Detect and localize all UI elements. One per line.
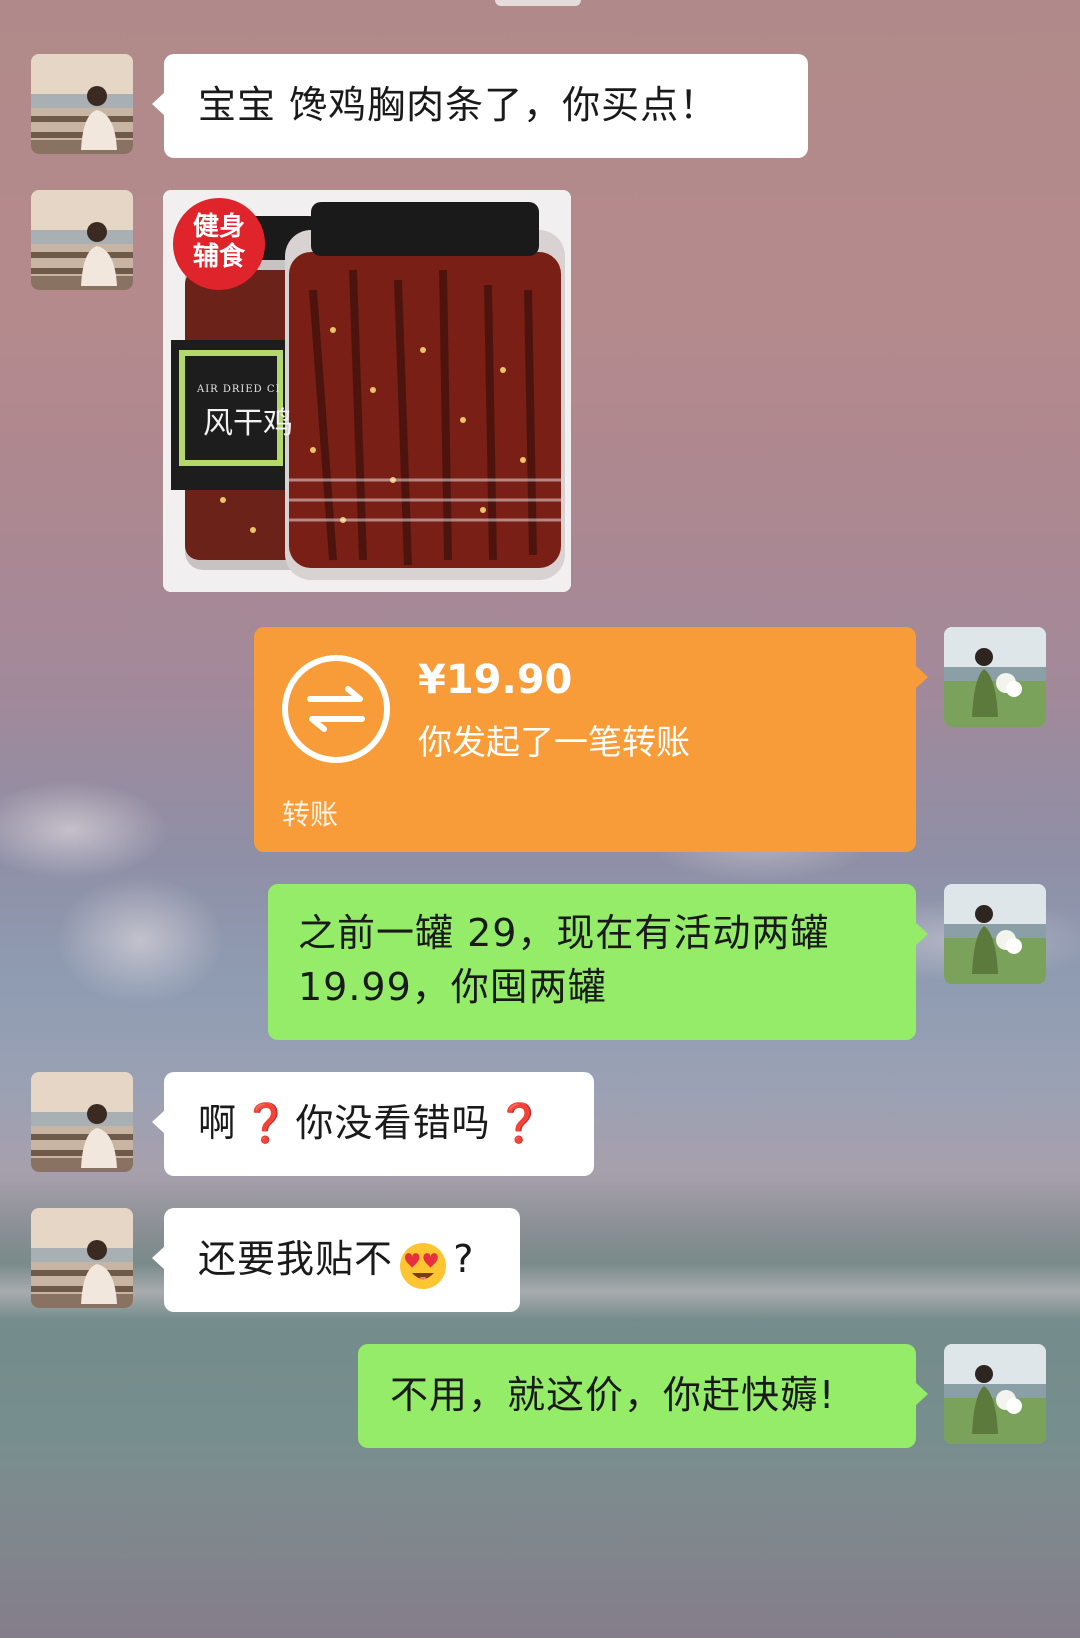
self-avatar[interactable] (944, 884, 1046, 984)
contact-avatar[interactable] (31, 54, 133, 154)
transfer-description: 你发起了一笔转账 (418, 723, 690, 763)
self-avatar[interactable] (944, 627, 1046, 727)
message-text: ? (453, 1237, 475, 1281)
red-question-icon: ❓ (242, 1101, 291, 1145)
message-bubble[interactable]: 宝宝 馋鸡胸肉条了，你买点！ (152, 54, 808, 158)
message-text: 还要我贴不 (198, 1237, 394, 1281)
transfer-amount: ¥19.90 (418, 657, 573, 703)
contact-avatar[interactable] (31, 1072, 133, 1172)
transfer-card[interactable]: ¥19.90 你发起了一笔转账 转账 (254, 627, 928, 852)
message-bubble[interactable]: 之前一罐 29，现在有活动两罐 19.99，你囤两罐 (268, 884, 928, 1040)
message-bubble[interactable]: 还要我贴不 ? (152, 1208, 520, 1312)
transfer-label: 转账 (282, 798, 339, 831)
message-text: 啊 (198, 1101, 238, 1145)
message-bubble[interactable]: 不用，就这价，你赶快薅! (358, 1344, 928, 1448)
message-text: 不用，就这价，你赶快薅! (390, 1373, 836, 1417)
message-bubble[interactable]: 啊 ❓ 你没看错吗 ❓ (152, 1072, 594, 1176)
product-badge: 健身 辅食 (192, 212, 245, 272)
transfer-arrows-icon (280, 653, 392, 765)
red-question-icon: ❓ (495, 1101, 544, 1145)
contact-avatar[interactable] (31, 190, 133, 290)
product-image-message[interactable]: 健身 辅食 AIR DRIED CI 风干鸡 (163, 190, 571, 592)
top-pill (495, 0, 581, 6)
self-avatar[interactable] (944, 1344, 1046, 1444)
heart-eyes-emoji-icon (398, 1241, 448, 1295)
message-text: 宝宝 馋鸡胸肉条了，你买点！ (198, 83, 719, 127)
message-text: 你没看错吗 (295, 1101, 491, 1145)
contact-avatar[interactable] (31, 1208, 133, 1308)
product-label-english: AIR DRIED CI (197, 384, 281, 395)
product-label-chinese: 风干鸡 (203, 406, 293, 441)
message-line: 19.99，你囤两罐 (298, 965, 607, 1009)
message-line: 之前一罐 29，现在有活动两罐 (298, 911, 830, 955)
